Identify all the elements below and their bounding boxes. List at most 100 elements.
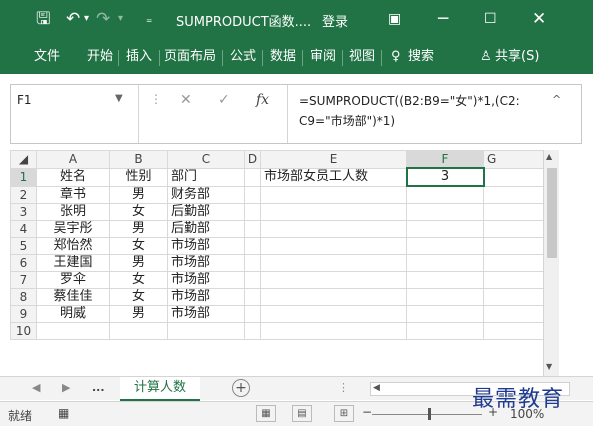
cell-b[interactable]: 男 (109, 219, 168, 238)
cell-e[interactable] (260, 321, 407, 340)
prev-sheet-icon[interactable]: ◀ (32, 381, 40, 394)
page-break-view-icon[interactable]: ⊞ (334, 405, 354, 422)
cell-g[interactable] (483, 321, 544, 340)
ribbon-display-options-icon[interactable]: ▣ (388, 8, 401, 30)
tab-view[interactable]: 视图 (349, 48, 375, 66)
cell-g[interactable] (483, 304, 544, 323)
cell-a[interactable]: 姓名 (36, 167, 110, 187)
chevron-down-icon[interactable]: ▼ (115, 93, 123, 104)
cell-b[interactable]: 女 (109, 270, 168, 289)
undo-dropdown-icon[interactable]: ▾ (84, 8, 89, 30)
cell-b[interactable]: 男 (109, 185, 168, 204)
cell-c[interactable]: 市场部 (167, 304, 245, 323)
cell-e[interactable] (260, 270, 407, 289)
tell-me-search[interactable]: 搜索 (408, 48, 434, 66)
cell-f[interactable] (406, 202, 484, 221)
cell-c[interactable]: 财务部 (167, 185, 245, 204)
cell-a[interactable]: 吴宇彤 (36, 219, 110, 238)
cell-e[interactable] (260, 304, 407, 323)
tab-data[interactable]: 数据 (270, 48, 296, 66)
add-sheet-icon[interactable]: + (232, 379, 250, 397)
cell-b[interactable]: 女 (109, 236, 168, 255)
tab-review[interactable]: 审阅 (310, 48, 336, 66)
column-header-a[interactable]: A (36, 150, 110, 169)
page-layout-view-icon[interactable]: ▤ (292, 405, 312, 422)
cell-f[interactable] (406, 287, 484, 306)
save-icon[interactable]: 🖫 (36, 8, 50, 30)
redo-icon[interactable]: ↷ (96, 8, 110, 30)
tab-insert[interactable]: 插入 (126, 48, 152, 66)
scroll-split-icon[interactable]: ⋮ (338, 381, 349, 394)
cell-b[interactable]: 女 (109, 202, 168, 221)
cell-f[interactable] (406, 304, 484, 323)
cell-g[interactable] (483, 236, 544, 255)
next-sheet-icon[interactable]: ▶ (62, 381, 70, 394)
row-header[interactable]: 3 (10, 202, 37, 221)
cell-a[interactable]: 罗伞 (36, 270, 110, 289)
row-header[interactable]: 9 (10, 304, 37, 323)
cell-d[interactable] (244, 236, 261, 255)
cell-f[interactable] (406, 321, 484, 340)
cell-d[interactable] (244, 270, 261, 289)
cell-a[interactable]: 郑怡然 (36, 236, 110, 255)
cell-a[interactable]: 蔡佳佳 (36, 287, 110, 306)
redo-dropdown-icon[interactable]: ▾ (118, 8, 123, 30)
zoom-slider[interactable] (372, 414, 482, 415)
column-header-e[interactable]: E (260, 150, 407, 169)
select-all-corner[interactable]: ◢ (10, 150, 37, 169)
name-box[interactable]: F1 ▼ (11, 85, 139, 143)
enter-icon[interactable]: ✓ (218, 92, 230, 108)
cell-g[interactable] (483, 270, 544, 289)
cell-c[interactable]: 市场部 (167, 253, 245, 272)
cell-f[interactable] (406, 270, 484, 289)
cell-e[interactable]: 市场部女员工人数 (260, 167, 407, 187)
cell-e[interactable] (260, 236, 407, 255)
macro-record-icon[interactable]: ▦ (58, 406, 69, 420)
active-cell[interactable]: 3 (405, 167, 485, 187)
formula-input[interactable]: =SUMPRODUCT((B2:B9="女")*1,(C2: C9="市场部")… (299, 91, 539, 131)
maximize-icon[interactable]: ☐ (484, 8, 497, 30)
more-sheets-button[interactable]: ... (92, 381, 105, 394)
lightbulb-icon[interactable]: ♀ (391, 48, 401, 66)
scroll-left-icon[interactable]: ◀ (373, 383, 380, 393)
cell-c[interactable]: 市场部 (167, 270, 245, 289)
row-header[interactable]: 5 (10, 236, 37, 255)
scroll-thumb[interactable] (547, 168, 557, 258)
zoom-out-icon[interactable]: − (362, 405, 372, 419)
zoom-slider-handle[interactable] (428, 408, 431, 420)
cell-c[interactable]: 市场部 (167, 236, 245, 255)
undo-icon[interactable]: ↶ (66, 8, 80, 30)
share-button[interactable]: 共享(S) (495, 48, 539, 66)
customize-quick-access-icon[interactable]: ₌ (146, 8, 152, 30)
cell-d[interactable] (244, 253, 261, 272)
column-header-c[interactable]: C (167, 150, 245, 169)
row-header[interactable]: 4 (10, 219, 37, 238)
cell-f[interactable] (406, 236, 484, 255)
cell-a[interactable]: 王建国 (36, 253, 110, 272)
cell-d[interactable] (244, 202, 261, 221)
minimize-icon[interactable]: ─ (438, 8, 448, 30)
cell-c[interactable]: 部门 (167, 167, 245, 187)
cell-c[interactable]: 后勤部 (167, 202, 245, 221)
cell-g[interactable] (483, 185, 544, 204)
cell-f[interactable] (406, 219, 484, 238)
cell-a[interactable] (36, 321, 110, 340)
row-header[interactable]: 6 (10, 253, 37, 272)
cell-e[interactable] (260, 219, 407, 238)
insert-function-icon[interactable]: fx (256, 92, 269, 108)
row-header[interactable]: 8 (10, 287, 37, 306)
collapse-formula-bar-icon[interactable]: ^ (552, 93, 561, 106)
tab-home[interactable]: 开始 (87, 48, 113, 66)
login-link[interactable]: 登录 (322, 11, 348, 30)
cell-e[interactable] (260, 185, 407, 204)
normal-view-icon[interactable]: ▦ (256, 405, 276, 422)
cell-b[interactable] (109, 321, 168, 340)
column-header-b[interactable]: B (109, 150, 168, 169)
cell-d[interactable] (244, 167, 261, 187)
tab-file[interactable]: 文件 (34, 48, 60, 66)
cell-e[interactable] (260, 253, 407, 272)
cell-f[interactable] (406, 185, 484, 204)
column-header-f[interactable]: F (406, 150, 484, 169)
cell-a[interactable]: 明威 (36, 304, 110, 323)
cell-c[interactable]: 后勤部 (167, 219, 245, 238)
